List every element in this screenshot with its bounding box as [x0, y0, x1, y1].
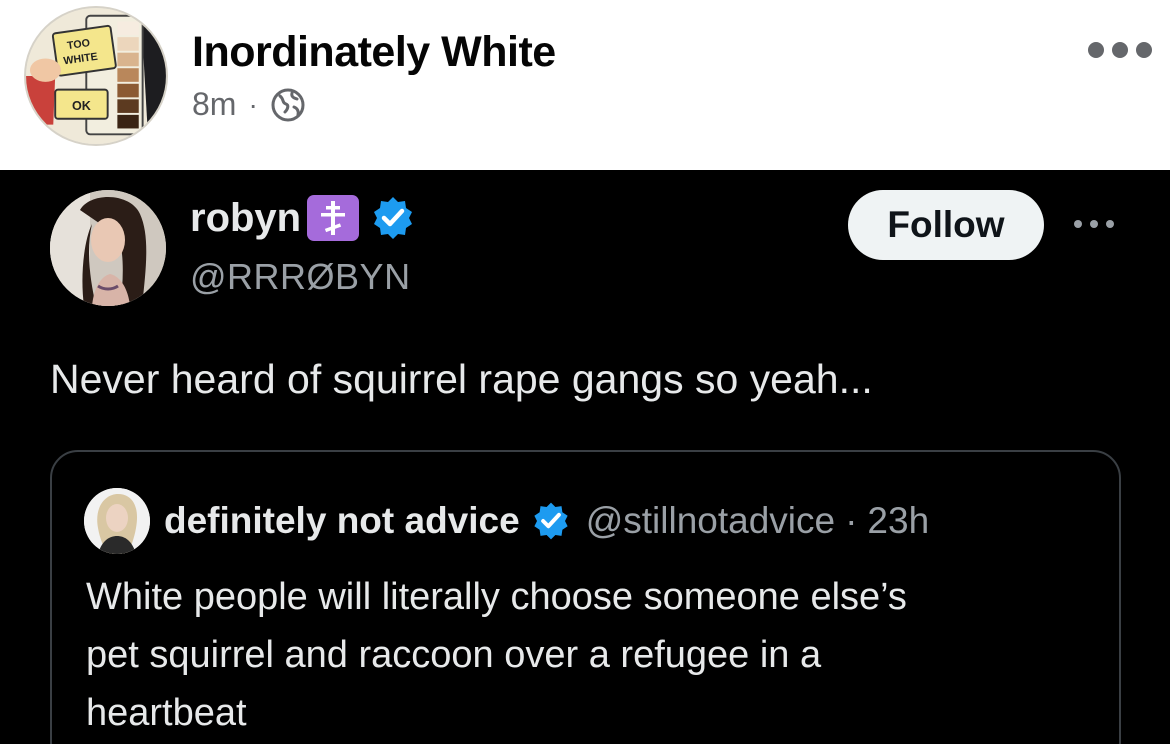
more-dot — [1090, 220, 1098, 228]
avatar-photo — [50, 190, 166, 306]
quoted-author-name[interactable]: definitely not advice — [164, 500, 520, 542]
quoted-tweet[interactable]: definitely not advice @stillnotadvice · … — [50, 450, 1121, 744]
tweet-author-row: robyn — [190, 194, 417, 242]
verified-badge-icon — [374, 197, 413, 239]
tweet-text: Never heard of squirrel rape gangs so ye… — [50, 356, 873, 402]
more-dot — [1074, 220, 1082, 228]
globe-icon — [271, 88, 305, 121]
tweet-author-handle[interactable]: @RRRØBYN — [190, 256, 411, 298]
tweet-author-name[interactable]: robyn — [190, 196, 301, 241]
follow-button[interactable]: Follow — [848, 190, 1044, 260]
more-dot — [1136, 42, 1152, 58]
tweet-screenshot: robyn @RRRØBYN Follow Never heard of squ… — [0, 170, 1170, 744]
quoted-text-line: White people will literally choose someo… — [86, 576, 907, 618]
more-dot — [1088, 42, 1104, 58]
quoted-author-handle[interactable]: @stillnotadvice — [586, 500, 835, 542]
post-time[interactable]: 8m — [192, 86, 236, 123]
more-dot — [1112, 42, 1128, 58]
post-meta: 8m · — [192, 86, 306, 123]
avatar-label-ok: OK — [72, 99, 91, 113]
quoted-tweet-text: White people will literally choose someo… — [86, 568, 1086, 742]
post-header: TOO WHITE OK Inordinately White 8m · — [0, 0, 1170, 170]
avatar-photo — [84, 488, 150, 554]
meta-separator: · — [248, 88, 258, 120]
avatar-meme-image: TOO WHITE OK — [26, 8, 166, 144]
tweet-options-button[interactable] — [1074, 218, 1114, 230]
verified-badge-icon — [534, 502, 568, 540]
quoted-tweet-header: definitely not advice @stillnotadvice · … — [84, 488, 929, 554]
page-avatar[interactable]: TOO WHITE OK — [24, 6, 168, 146]
quoted-author-avatar — [84, 488, 150, 554]
post-options-button[interactable] — [1088, 32, 1152, 68]
tweet-author-avatar — [50, 190, 166, 306]
page-name[interactable]: Inordinately White — [192, 28, 556, 77]
quoted-text-line: pet squirrel and raccoon over a refugee … — [86, 634, 822, 676]
quoted-tweet-time[interactable]: 23h — [867, 500, 929, 542]
orthodox-cross-icon — [307, 195, 360, 241]
more-dot — [1106, 220, 1114, 228]
quoted-text-line: heartbeat — [86, 692, 247, 734]
meta-separator: · — [845, 500, 858, 541]
